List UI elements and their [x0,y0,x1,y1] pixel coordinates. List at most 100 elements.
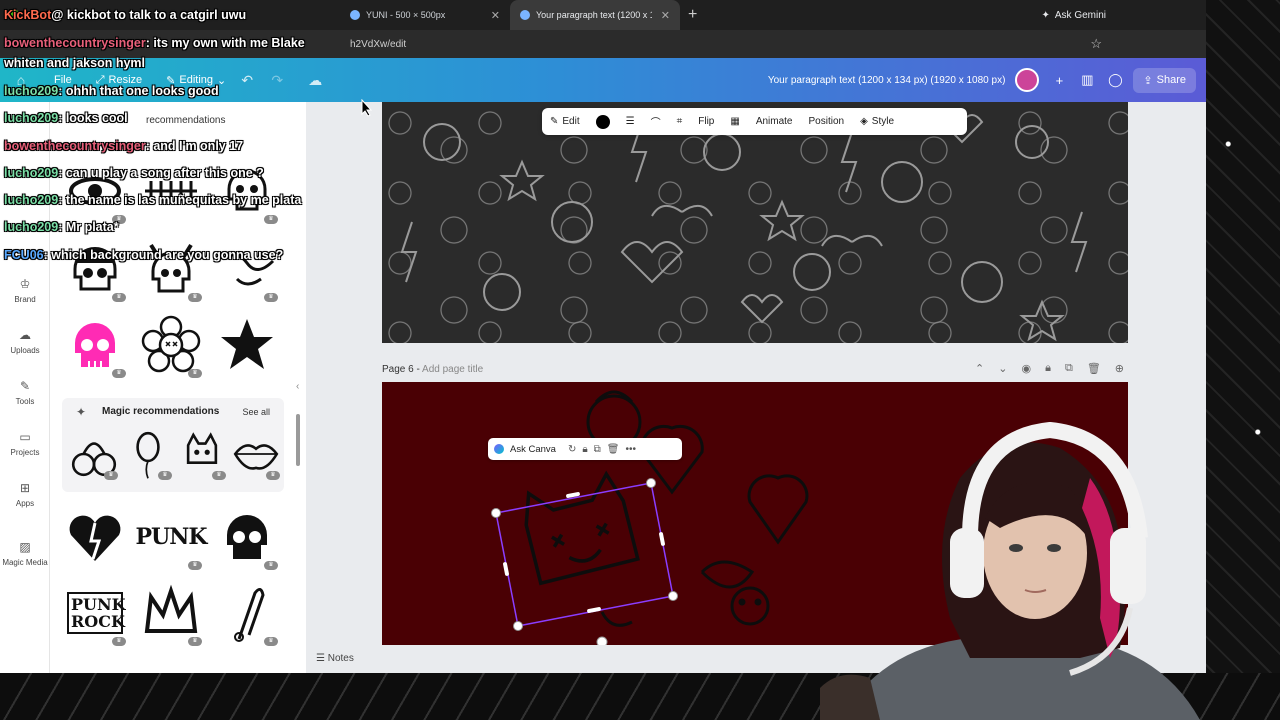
crown-icon: ♛ [104,471,118,480]
chat-text: : looks cool [58,111,128,125]
balloon-sticker[interactable]: ♛ [122,428,174,480]
rail-item-tools[interactable]: ✎ Tools [0,379,50,406]
pink-skull-sticker[interactable]: ♛ [62,312,128,378]
chevron-up-icon[interactable]: ⌃ [975,362,984,375]
chat-message: lucho209: can u play a song after this o… [4,166,264,180]
chat-text: : Mr plata* [58,220,119,234]
add-page-icon[interactable]: ⊕ [1115,362,1124,375]
cherries-sticker[interactable]: ♛ [68,428,120,480]
position-label: Position [808,116,845,127]
transparency-button[interactable]: ▦ [722,116,747,127]
animate-button[interactable]: Animate [748,116,801,127]
close-tab-icon[interactable]: ✕ [491,9,500,22]
insights-chart-icon[interactable]: ▥ [1073,66,1101,94]
canva-ai-icon [494,444,504,454]
style-button[interactable]: ◈ Style [852,116,902,127]
page-6-title[interactable]: Page 6 - Add page title [382,364,483,375]
rail-item-magic-media[interactable]: ▨ Magic Media [0,540,50,567]
hide-page-icon[interactable]: ◉ [1021,362,1031,375]
flip-button[interactable]: Flip [690,116,722,127]
collapse-panel-chevron-icon[interactable]: ‹ [296,381,306,397]
brand-icon: ♔ [19,277,31,291]
cloud-saved-icon[interactable]: ☁ [306,71,324,89]
scribble-sticker[interactable]: ♛ [214,236,280,302]
sparkle-icon: ✦ [76,405,87,419]
ask-canva-bar: Ask Canva ↻ 🔒︎ ⧉ 🗑︎ ••• [488,438,682,460]
color-swatch [595,114,610,129]
corner-rounding-button[interactable]: ⌒ [643,114,669,129]
line-weight-button[interactable]: ☰ [618,116,643,127]
undo-icon[interactable]: ↶ [238,71,256,89]
page-5-canvas[interactable] [382,102,1128,343]
notes-icon: ☰ [316,653,328,664]
crown-sticker[interactable]: ♛ [138,580,204,646]
flower-sticker[interactable]: ♛ [138,312,204,378]
punk-text-sticker[interactable]: PUNK ♛ [136,504,207,570]
left-nav-rail: ♔ Brand ☁ Uploads ✎ Tools ▭ Projects ⊞ A… [0,102,50,673]
ask-gemini-button[interactable]: ✦ Ask Gemini [1041,10,1106,21]
crown-icon: ♛ [266,471,280,480]
crop-button[interactable]: ⌗ [669,116,691,127]
doodle-background-pattern [400,114,1088,342]
notes-button[interactable]: ☰ Notes [316,653,354,664]
comment-icon[interactable]: ◯ [1101,66,1129,94]
chat-message: lucho209: Mr plata* [4,220,119,234]
element-toolbar: ✎ Edit ☰ ⌒ ⌗ Flip ▦ Animate Position ◈ Sty… [542,108,967,135]
rail-label: Apps [15,499,35,508]
delete-page-icon[interactable]: 🗑︎ [1087,362,1101,375]
chevron-down-icon[interactable]: ⌄ [998,362,1007,375]
edit-button[interactable]: ✎ Edit [542,116,588,127]
chat-message: FCU06: which background are you gonna us… [4,248,283,262]
lips-sticker[interactable]: ♛ [230,428,282,480]
line-weight-icon: ☰ [625,116,635,127]
chat-message: lucho209: ohhh that one looks good [4,84,219,98]
crown-icon: ♛ [188,561,202,570]
chat-text: : which background are you gonna use? [43,248,284,262]
punk-rock-text-sticker[interactable]: PUNK ROCK ♛ [62,580,128,646]
rail-item-uploads[interactable]: ☁ Uploads [0,328,50,355]
more-options-icon[interactable]: ••• [626,444,637,455]
browser-tab-yuni[interactable]: YUNI - 500 × 500px ✕ [340,0,510,30]
delete-icon[interactable]: 🗑︎ [607,444,620,455]
see-all-link[interactable]: See all [242,407,270,417]
document-title[interactable]: Your paragraph text (1200 x 134 px) (192… [768,75,1006,86]
chat-username: lucho209 [4,111,59,125]
share-button[interactable]: ⇪ Share [1133,67,1196,93]
chat-username: FCU06 [4,248,44,262]
skull-sticker[interactable]: ♛ [214,504,280,570]
ask-canva-button[interactable]: Ask Canva [510,444,556,455]
rail-item-apps[interactable]: ⊞ Apps [0,481,50,508]
checkerboard-icon: ▦ [730,116,740,127]
chat-username: lucho209 [4,193,59,207]
bookmark-star-icon[interactable]: ☆ [1090,36,1102,52]
safety-pin-sticker[interactable]: ♛ [214,580,280,646]
panel-section-title: recommendations [146,115,226,126]
duplicate-icon[interactable]: ⧉ [594,444,601,455]
black-skull-sticker[interactable]: ♛ [62,236,128,302]
new-tab-button[interactable]: + [680,6,705,24]
rotate-handle[interactable] [596,636,608,645]
color-swatch-button[interactable] [588,114,618,129]
page-number-label: Page 6 - [382,364,423,375]
cat-cartoon-sticker[interactable]: ♛ [176,428,228,480]
position-button[interactable]: Position [801,116,853,127]
regenerate-icon[interactable]: ↻ [568,444,576,455]
rail-item-projects[interactable]: ▭ Projects [0,430,50,457]
star-splatter-sticker[interactable] [214,312,280,378]
chat-username: KickBot [4,8,52,22]
crown-icon: ♛ [112,637,126,646]
panel-scrollbar[interactable] [296,414,300,466]
horned-skull-sticker[interactable]: ♛ [138,236,204,302]
lock-icon[interactable]: 🔒︎ [582,444,587,455]
avatar[interactable] [1015,68,1040,92]
duplicate-page-icon[interactable]: ⧉ [1065,362,1073,375]
chat-username: lucho209 [4,166,59,180]
add-collaborator-icon[interactable]: + [1045,66,1073,94]
browser-tab-current[interactable]: Your paragraph text (1200 x 134 px) ✕ [510,0,680,30]
tab-label: YUNI - 500 × 500px [366,10,446,20]
rail-item-brand[interactable]: ♔ Brand [0,277,50,304]
redo-icon[interactable]: ↷ [268,71,286,89]
lock-icon[interactable]: 🔒︎ [1045,362,1051,375]
close-tab-icon[interactable]: ✕ [661,9,670,22]
punk-heart-sticker[interactable] [62,504,128,570]
